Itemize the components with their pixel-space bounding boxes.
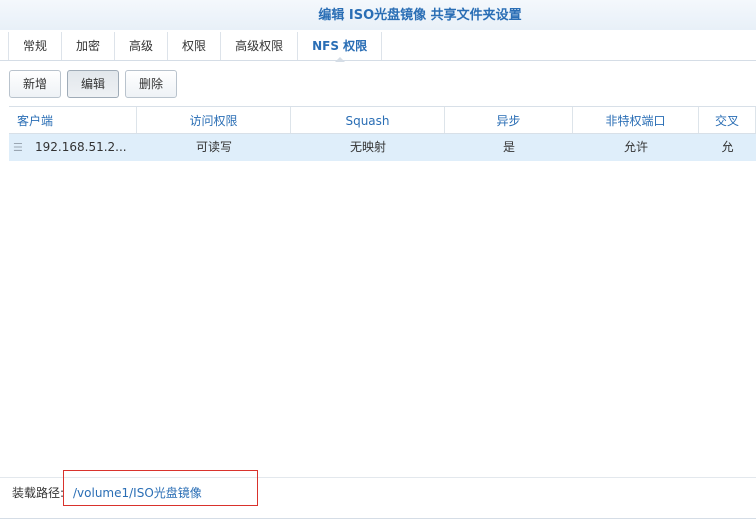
table-row[interactable]: ☰ 192.168.51.2... 可读写 无映射 是 允许 允 <box>9 134 756 161</box>
tab-general[interactable]: 常规 <box>8 32 63 61</box>
column-header-async[interactable]: 异步 <box>445 107 573 133</box>
tab-nfs-permissions[interactable]: NFS 权限 <box>298 32 383 61</box>
add-button[interactable]: 新增 <box>9 70 62 98</box>
tab-encryption[interactable]: 加密 <box>62 32 116 61</box>
cell-nonprivileged-port: 允许 <box>623 140 648 154</box>
cell-async: 是 <box>502 140 515 154</box>
tab-advanced-permissions[interactable]: 高级权限 <box>221 32 299 61</box>
edit-button[interactable]: 编辑 <box>67 70 120 98</box>
annotation-highlight-box <box>63 470 258 506</box>
delete-button[interactable]: 删除 <box>125 70 178 98</box>
column-header-access[interactable]: 访问权限 <box>137 107 291 133</box>
tab-bar: 常规 加密 高级 权限 高级权限 NFS 权限 <box>8 30 383 61</box>
column-header-nonprivileged-port[interactable]: 非特权端口 <box>573 107 699 133</box>
column-header-cross-mount[interactable]: 交叉 <box>699 107 756 133</box>
tab-permissions[interactable]: 权限 <box>168 32 222 61</box>
bottom-divider <box>0 518 756 519</box>
drag-handle-icon[interactable]: ☰ <box>13 134 35 161</box>
cell-access: 可读写 <box>195 140 232 154</box>
window-title: 编辑 ISO光盘镜像 共享文件夹设置 <box>318 8 522 23</box>
window-title-bar: 编辑 ISO光盘镜像 共享文件夹设置 <box>0 0 756 30</box>
column-header-client[interactable]: 客户端 <box>9 107 137 133</box>
nfs-rules-table: 客户端 访问权限 Squash 异步 非特权端口 交叉 ☰ 192.168.51… <box>9 106 756 161</box>
cell-squash: 无映射 <box>349 140 386 154</box>
column-header-squash[interactable]: Squash <box>291 107 445 133</box>
tab-advanced[interactable]: 高级 <box>115 32 169 61</box>
toolbar: 新增 编辑 删除 <box>9 70 178 98</box>
cell-client-text: 192.168.51.2... <box>35 140 127 154</box>
table-header: 客户端 访问权限 Squash 异步 非特权端口 交叉 <box>9 106 756 134</box>
mount-path-label: 装载路径: <box>12 486 65 500</box>
cell-cross-mount: 允 <box>721 140 734 154</box>
tab-divider <box>0 60 756 61</box>
cell-client: ☰ 192.168.51.2... <box>9 134 137 161</box>
